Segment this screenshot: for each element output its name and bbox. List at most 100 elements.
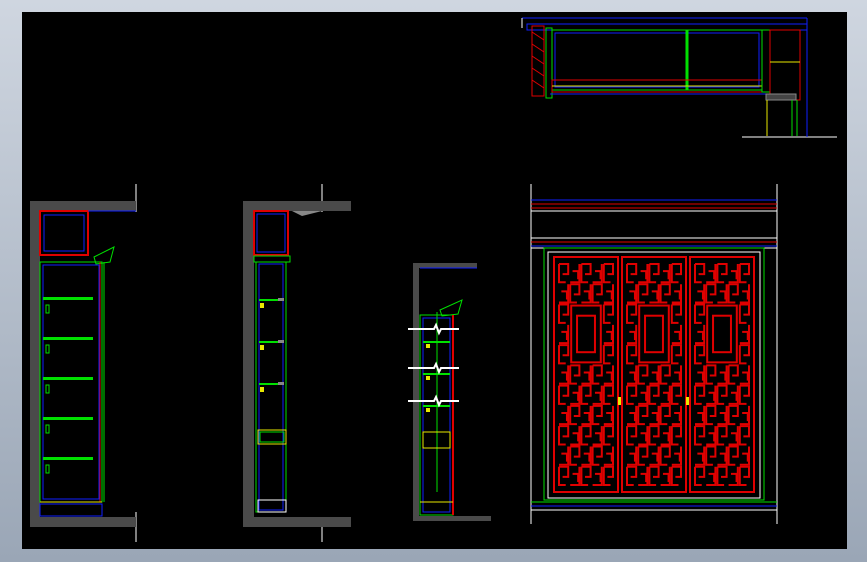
shelf-edge — [278, 382, 284, 385]
cad-drawing — [30, 17, 837, 542]
lattice-bar — [659, 283, 671, 304]
lattice-bar — [739, 405, 750, 426]
lattice-bar — [727, 283, 739, 304]
lattice-window-inner — [712, 314, 732, 354]
lattice-bar — [581, 405, 592, 426]
lattice-window-inner — [576, 314, 596, 354]
lattice-bar — [670, 465, 682, 486]
lattice-bar — [570, 264, 581, 284]
lattice-bar — [716, 263, 728, 284]
lattice-bar — [738, 465, 750, 486]
lattice-bar — [559, 365, 570, 385]
lattice-bar — [660, 426, 671, 446]
lattice-bar — [659, 445, 671, 466]
lattice-bar — [648, 263, 660, 284]
lattice-bar — [627, 284, 638, 304]
lattice-bar — [626, 344, 638, 365]
lattice-bar — [592, 385, 603, 405]
lattice-bar — [695, 446, 706, 466]
shelf-bracket — [260, 387, 264, 392]
lattice-bar — [637, 283, 649, 304]
lattice-bar — [570, 466, 581, 486]
lattice-bar — [569, 404, 581, 426]
lattice-bar — [580, 263, 592, 284]
lattice-bar — [649, 405, 660, 426]
lattice-bar — [738, 384, 750, 405]
lattice-bar — [706, 466, 717, 486]
lattice-bar — [659, 404, 671, 426]
section-1-shelves — [43, 297, 93, 474]
lattice-bar — [638, 466, 649, 486]
lattice-bar — [728, 264, 739, 284]
section-view-2 — [243, 184, 351, 542]
lattice-bar — [602, 303, 614, 324]
lattice-bar — [648, 425, 660, 446]
lattice-bar — [558, 263, 570, 284]
shelf-pin — [45, 464, 50, 474]
lattice-bar — [638, 264, 649, 284]
lattice-bar — [569, 445, 581, 466]
lattice-bar — [706, 264, 717, 284]
lattice-bar — [727, 404, 739, 426]
lattice-bar — [558, 465, 570, 486]
lattice-bar — [580, 384, 592, 405]
lattice-bar — [716, 425, 728, 446]
lattice-bar — [603, 324, 614, 345]
shelf-bracket — [426, 408, 430, 412]
lattice-bar — [626, 263, 638, 284]
shelf-pin — [45, 424, 50, 434]
lattice-bar — [603, 446, 614, 466]
lattice-bar — [649, 365, 660, 385]
lattice-bar — [739, 365, 750, 385]
lattice-bar — [694, 303, 706, 324]
lattice-bar — [671, 324, 682, 345]
lattice-bar — [627, 405, 638, 426]
shelf — [43, 297, 93, 300]
lattice-bar — [705, 445, 717, 466]
lattice-bar — [626, 384, 638, 405]
lattice-bar — [559, 324, 570, 345]
lattice-bar — [592, 466, 603, 486]
lattice-bar — [727, 445, 739, 466]
lattice-bar — [670, 344, 682, 365]
lattice-bar — [717, 405, 728, 426]
lattice-bar — [591, 404, 603, 426]
lattice-bar — [659, 364, 671, 385]
lattice-bar — [559, 405, 570, 426]
lattice-bar — [670, 425, 682, 446]
lattice-bar — [603, 284, 614, 304]
lattice-bar — [580, 425, 592, 446]
lattice-bar — [592, 264, 603, 284]
lattice-bar — [626, 303, 638, 324]
lattice-bar — [627, 446, 638, 466]
lattice-bar — [706, 385, 717, 405]
lattice-bar — [738, 263, 750, 284]
lattice-bar — [637, 445, 649, 466]
lattice-bar — [558, 303, 570, 324]
lattice-bar — [717, 446, 728, 466]
lattice-bar — [716, 384, 728, 405]
shelf-bracket — [260, 345, 264, 350]
lattice-bar — [695, 284, 706, 304]
lattice-bar — [602, 465, 614, 486]
lattice-bar — [705, 404, 717, 426]
lattice-bar — [716, 465, 728, 486]
lattice-bar — [559, 284, 570, 304]
lattice-bar — [570, 385, 581, 405]
lattice-bar — [695, 324, 706, 345]
lattice-bar — [728, 466, 739, 486]
lattice-bar — [660, 385, 671, 405]
lattice-window — [570, 304, 602, 364]
shelf-bracket — [426, 376, 430, 380]
lattice-bar — [739, 446, 750, 466]
lattice-bar — [739, 284, 750, 304]
lattice-bar — [558, 384, 570, 405]
cad-viewport[interactable] — [22, 12, 847, 549]
lattice-bar — [671, 284, 682, 304]
lattice-window — [638, 304, 670, 364]
plan-view — [521, 17, 837, 138]
lattice-bar — [728, 426, 739, 446]
lattice-bar — [660, 264, 671, 284]
lattice-bar — [649, 446, 660, 466]
lattice-bar — [694, 263, 706, 284]
